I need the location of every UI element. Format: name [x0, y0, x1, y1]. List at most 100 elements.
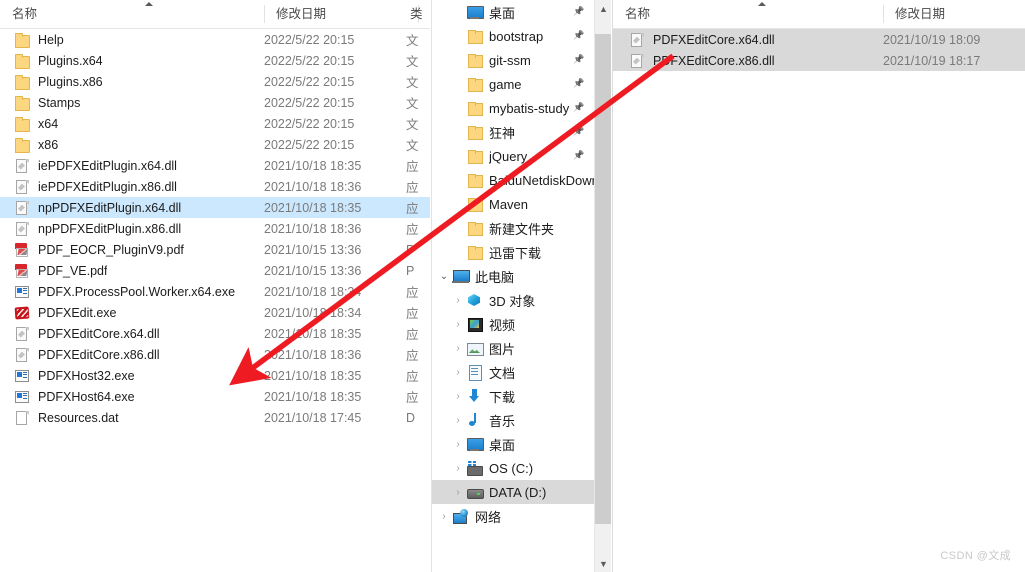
folder-icon — [14, 32, 30, 48]
table-row[interactable]: PDFXEditCore.x86.dll 2021/10/19 18:17 — [613, 50, 1025, 71]
scroll-up-arrow-icon[interactable]: ▲ — [595, 0, 611, 17]
sidebar-item-desktop[interactable]: › 桌面 — [432, 432, 595, 456]
sidebar-item-drive[interactable]: › DATA (D:) — [432, 480, 595, 504]
table-row[interactable]: npPDFXEditPlugin.x86.dll 2021/10/18 18:36… — [0, 218, 430, 239]
file-name-label: PDFXEditCore.x64.dll — [653, 32, 775, 47]
pin-icon[interactable]: 📌 — [573, 125, 585, 137]
table-row[interactable]: PDF_EOCR_PluginV9.pdf 2021/10/15 13:36 P — [0, 239, 430, 260]
table-row[interactable]: PDF_VE.pdf 2021/10/15 13:36 P — [0, 260, 430, 281]
navigation-pane-scrollbar[interactable]: ▲ ▼ — [594, 0, 611, 572]
chevron-right-icon[interactable]: › — [450, 415, 466, 426]
sidebar-item-folder[interactable]: game 📌 — [432, 72, 595, 96]
sidebar-item-label: 新建文件夹 — [489, 221, 555, 237]
table-row[interactable]: PDFXEdit.exe 2021/10/18 18:34 应 — [0, 302, 430, 323]
sidebar-item-pictures[interactable]: › 图片 — [432, 336, 595, 360]
table-row[interactable]: PDFXEditCore.x64.dll 2021/10/19 18:09 — [613, 29, 1025, 50]
chevron-right-icon[interactable]: › — [436, 511, 452, 522]
chevron-right-icon[interactable]: › — [450, 319, 466, 330]
sidebar-item-folder[interactable]: mybatis-study 📌 — [432, 96, 595, 120]
table-row[interactable]: PDFX.ProcessPool.Worker.x64.exe 2021/10/1… — [0, 281, 430, 302]
sidebar-item-label: 此电脑 — [475, 269, 515, 285]
right-column-header-name[interactable]: 名称 — [613, 0, 883, 29]
file-date-cell: 2021/10/18 17:45 — [264, 410, 362, 425]
sidebar-item-folder[interactable]: 新建文件夹 — [432, 216, 595, 240]
left-column-header-type[interactable]: 类 — [406, 0, 430, 29]
file-name-label: PDFXHost64.exe — [38, 389, 135, 404]
table-row[interactable]: PDFXEditCore.x86.dll 2021/10/18 18:36 应 — [0, 344, 430, 365]
sidebar-item-label: jQuery — [489, 148, 528, 164]
sidebar-item-videos[interactable]: › 视频 — [432, 312, 595, 336]
chevron-right-icon[interactable]: › — [450, 487, 466, 498]
chevron-right-icon[interactable]: › — [450, 367, 466, 378]
sidebar-item-folder[interactable]: Maven — [432, 192, 595, 216]
table-row[interactable]: iePDFXEditPlugin.x86.dll 2021/10/18 18:36… — [0, 176, 430, 197]
sidebar-item-folder[interactable]: 狂神 📌 — [432, 120, 595, 144]
file-name-label: npPDFXEditPlugin.x86.dll — [38, 221, 182, 236]
sidebar-item-folder[interactable]: git-ssm 📌 — [432, 48, 595, 72]
folder-icon — [466, 124, 484, 140]
chevron-down-icon[interactable]: ⌄ — [436, 271, 452, 282]
file-name-label: PDF_EOCR_PluginV9.pdf — [38, 242, 184, 257]
sidebar-item-label: 桌面 — [489, 5, 516, 21]
sidebar-item-this-pc[interactable]: ⌄ 此电脑 — [432, 264, 595, 288]
file-name-cell: npPDFXEditPlugin.x86.dll — [0, 221, 264, 237]
table-row[interactable]: Plugins.x64 2022/5/22 20:15 文 — [0, 50, 430, 71]
file-type-cell: 应 — [406, 391, 419, 405]
file-date-cell: 2021/10/15 13:36 — [264, 263, 362, 278]
table-row[interactable]: Resources.dat 2021/10/18 17:45 D — [0, 407, 430, 428]
table-row[interactable]: npPDFXEditPlugin.x64.dll 2021/10/18 18:35… — [0, 197, 430, 218]
csdn-watermark: CSDN @文成 — [940, 550, 1011, 562]
file-name-cell: npPDFXEditPlugin.x64.dll — [0, 200, 264, 216]
chevron-right-icon[interactable]: › — [450, 463, 466, 474]
right-column-header-date[interactable]: 修改日期 — [883, 0, 1023, 29]
dat-file-icon — [14, 410, 30, 426]
sidebar-item-documents[interactable]: › 文档 — [432, 360, 595, 384]
sidebar-item-os-drive[interactable]: › OS (C:) — [432, 456, 595, 480]
table-row[interactable]: Help 2022/5/22 20:15 文 — [0, 29, 430, 50]
file-name-label: PDFXEditCore.x64.dll — [38, 326, 160, 341]
file-name-cell: PDFX.ProcessPool.Worker.x64.exe — [0, 284, 264, 300]
table-row[interactable]: x64 2022/5/22 20:15 文 — [0, 113, 430, 134]
sidebar-item-3d-objects[interactable]: › 3D 对象 — [432, 288, 595, 312]
table-row[interactable]: iePDFXEditPlugin.x64.dll 2021/10/18 18:35… — [0, 155, 430, 176]
file-name-cell: PDFXEditCore.x86.dll — [613, 53, 883, 69]
dll-file-icon — [14, 179, 30, 195]
sidebar-item-folder[interactable]: 迅雷下载 — [432, 240, 595, 264]
file-date-cell: 2021/10/18 18:35 — [264, 368, 362, 383]
chevron-right-icon[interactable]: › — [450, 391, 466, 402]
file-name-cell: Plugins.x64 — [0, 53, 264, 69]
sidebar-item-music[interactable]: › 音乐 — [432, 408, 595, 432]
left-column-header-date[interactable]: 修改日期 — [264, 0, 406, 29]
sidebar-item-desktop[interactable]: 桌面 📌 — [432, 0, 595, 24]
file-type-cell: 应 — [406, 181, 419, 195]
file-date-cell: 2021/10/18 18:35 — [264, 389, 362, 404]
pin-icon[interactable]: 📌 — [573, 149, 585, 161]
table-row[interactable]: PDFXHost32.exe 2021/10/18 18:35 应 — [0, 365, 430, 386]
table-row[interactable]: Stamps 2022/5/22 20:15 文 — [0, 92, 430, 113]
dll-file-icon — [14, 347, 30, 363]
scroll-down-arrow-icon[interactable]: ▼ — [595, 555, 611, 572]
sidebar-item-folder[interactable]: bootstrap 📌 — [432, 24, 595, 48]
folder-icon — [466, 244, 484, 260]
pin-icon[interactable]: 📌 — [573, 5, 585, 17]
pin-icon[interactable]: 📌 — [573, 77, 585, 89]
sidebar-item-downloads[interactable]: › 下载 — [432, 384, 595, 408]
scrollbar-thumb[interactable] — [595, 34, 611, 524]
left-column-header-name[interactable]: 名称 — [0, 0, 264, 29]
pin-icon[interactable]: 📌 — [573, 101, 585, 113]
pin-icon[interactable]: 📌 — [573, 53, 585, 65]
table-row[interactable]: PDFXEditCore.x64.dll 2021/10/18 18:35 应 — [0, 323, 430, 344]
chevron-right-icon[interactable]: › — [450, 295, 466, 306]
table-row[interactable]: x86 2022/5/22 20:15 文 — [0, 134, 430, 155]
table-row[interactable]: Plugins.x86 2022/5/22 20:15 文 — [0, 71, 430, 92]
right-column-header-date-label: 修改日期 — [895, 6, 946, 21]
chevron-right-icon[interactable]: › — [450, 439, 466, 450]
sidebar-item-folder[interactable]: jQuery 📌 — [432, 144, 595, 168]
file-date-cell: 2021/10/18 18:35 — [264, 200, 362, 215]
sidebar-item-folder[interactable]: BaiduNetdiskDownload — [432, 168, 595, 192]
chevron-right-icon[interactable]: › — [450, 343, 466, 354]
file-name-label: x86 — [38, 137, 59, 152]
pin-icon[interactable]: 📌 — [573, 29, 585, 41]
sidebar-item-network[interactable]: › 网络 — [432, 504, 595, 528]
table-row[interactable]: PDFXHost64.exe 2021/10/18 18:35 应 — [0, 386, 430, 407]
